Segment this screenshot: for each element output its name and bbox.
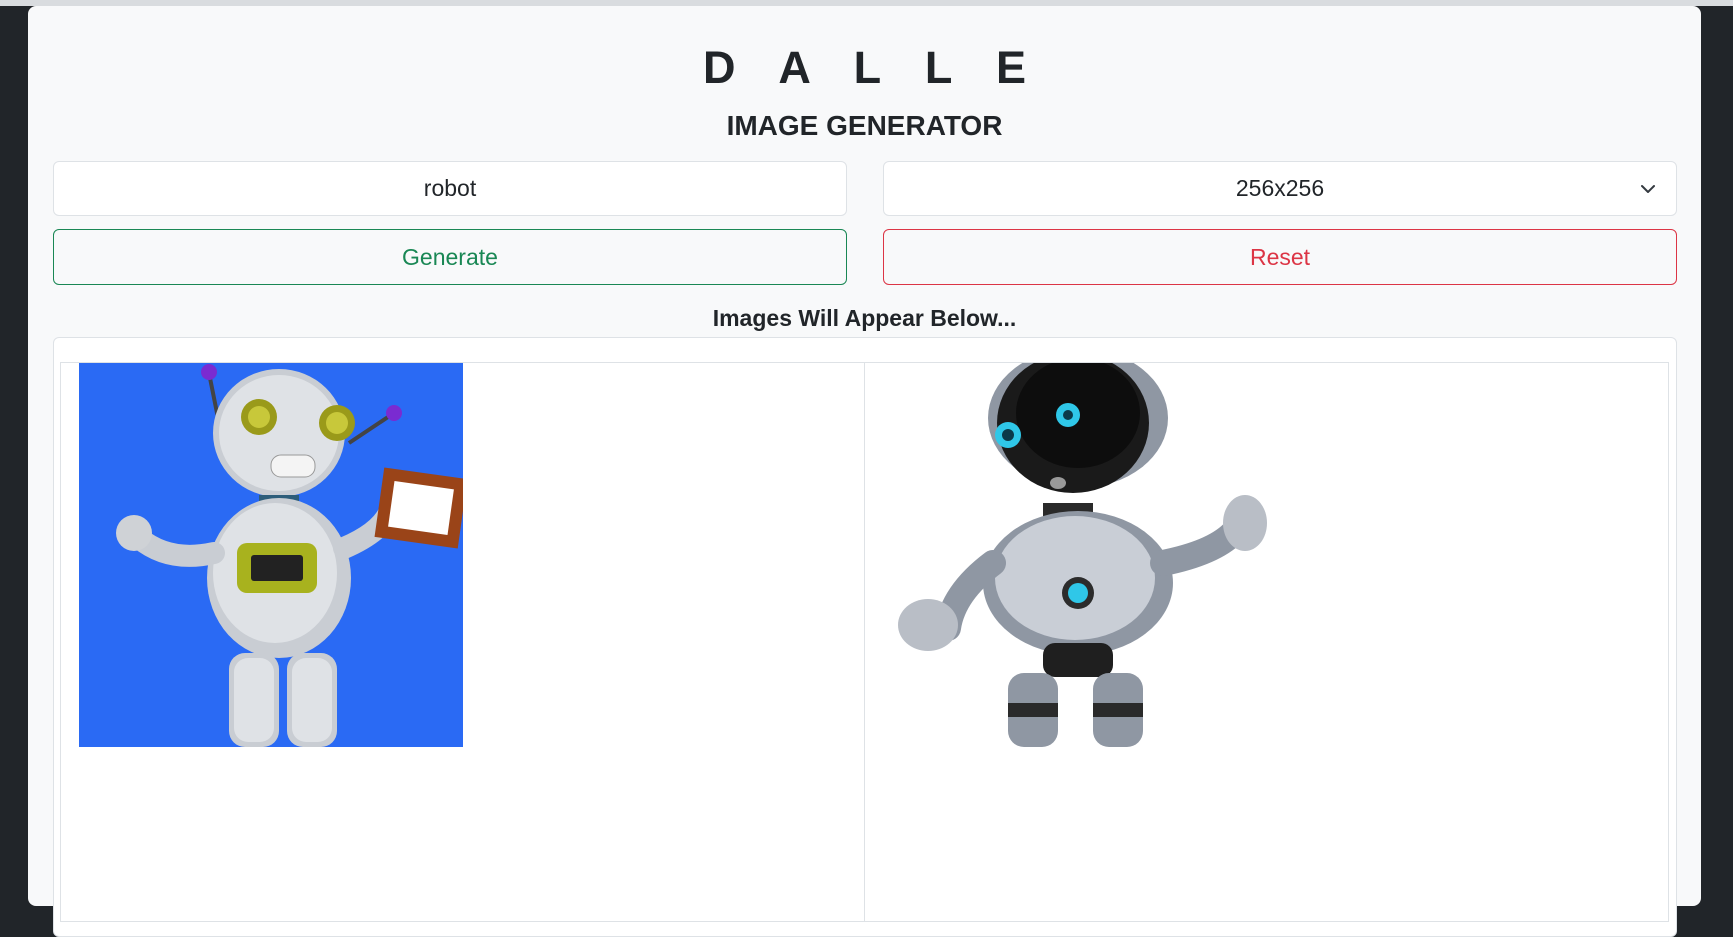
- main-card: D A L L E IMAGE GENERATOR robot 256x256 …: [28, 6, 1701, 937]
- page-subtitle: IMAGE GENERATOR: [726, 110, 1003, 141]
- robot-image-1[interactable]: [79, 363, 463, 747]
- size-select[interactable]: 256x256: [883, 161, 1677, 216]
- image-cell: [60, 362, 865, 922]
- results-container: [53, 337, 1677, 937]
- generate-button[interactable]: Generate: [53, 229, 847, 285]
- reset-button[interactable]: Reset: [883, 229, 1677, 285]
- images-hint: Images Will Appear Below...: [712, 305, 1017, 331]
- chevron-down-icon: [1641, 185, 1655, 193]
- page-title: D A L L E: [702, 42, 1043, 93]
- prompt-input[interactable]: robot: [53, 161, 847, 216]
- image-cell: [864, 362, 1669, 922]
- robot-image-2[interactable]: [883, 363, 1267, 747]
- size-select-value: 256x256: [1235, 175, 1325, 201]
